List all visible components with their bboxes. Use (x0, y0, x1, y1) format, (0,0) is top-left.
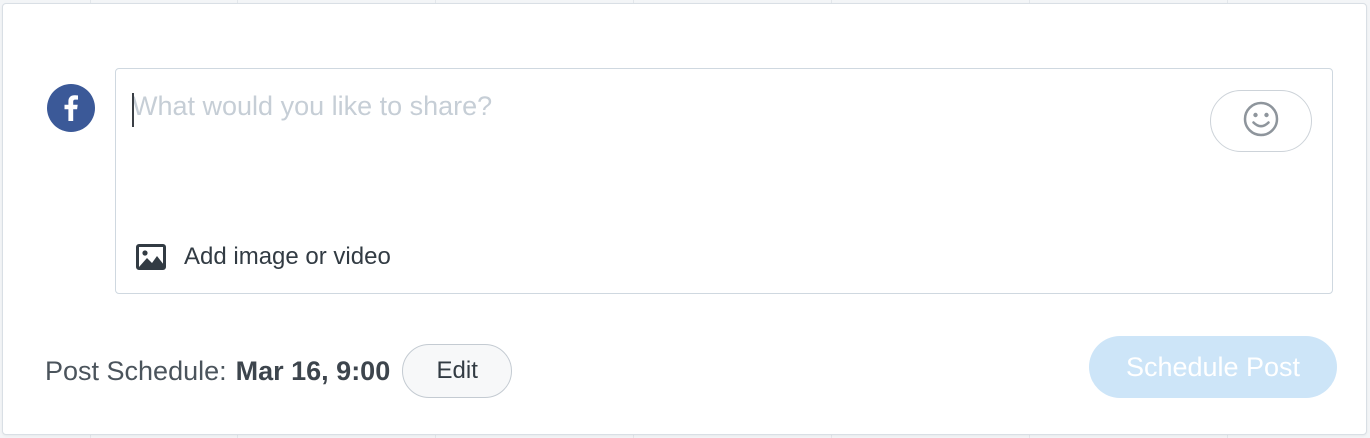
post-composer-card: Add image or video Post Schedule: Mar 16… (2, 3, 1367, 435)
facebook-icon (64, 95, 78, 121)
schedule-date: Mar 16, 9:00 (235, 355, 391, 386)
image-icon (136, 244, 166, 270)
add-media-label: Add image or video (184, 243, 391, 270)
smiley-icon (1243, 101, 1279, 142)
text-cursor (132, 93, 134, 127)
post-editor: Add image or video (115, 68, 1333, 294)
post-text-input[interactable] (132, 91, 1192, 191)
add-media-button[interactable]: Add image or video (136, 241, 391, 273)
emoji-picker-button[interactable] (1210, 90, 1312, 152)
post-schedule: Post Schedule: Mar 16, 9:00 Edit (45, 344, 513, 398)
schedule-label: Post Schedule: (45, 355, 227, 386)
edit-schedule-button[interactable]: Edit (402, 344, 513, 398)
schedule-post-button[interactable]: Schedule Post (1089, 336, 1337, 398)
facebook-account-avatar[interactable] (47, 84, 95, 132)
